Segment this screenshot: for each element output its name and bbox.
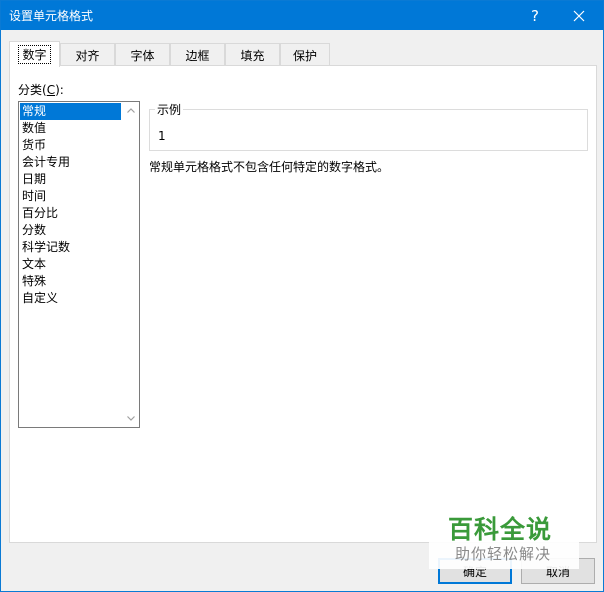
- category-item-fraction[interactable]: 分数: [20, 222, 121, 239]
- category-label-accesskey: C: [46, 83, 56, 97]
- category-scrollbar[interactable]: [122, 102, 139, 427]
- close-button[interactable]: [557, 1, 601, 30]
- number-tab-panel: 分类(C): 常规 数值 货币 会计专用 日期 时间 百分比 分数 科学记数 文…: [9, 65, 597, 543]
- dialog-title: 设置单元格格式: [9, 9, 94, 23]
- watermark-logo: 百科全说 助你轻松解决: [429, 507, 579, 569]
- tab-label: 字体: [130, 48, 155, 63]
- tab-fill[interactable]: 填充: [225, 43, 280, 66]
- category-item-time[interactable]: 时间: [20, 188, 121, 205]
- format-description: 常规单元格格式不包含任何特定的数字格式。: [149, 160, 390, 174]
- tab-label: 对齐: [75, 48, 100, 63]
- tab-label: 保护: [292, 48, 317, 63]
- category-item-number[interactable]: 数值: [20, 120, 121, 137]
- category-item-date[interactable]: 日期: [20, 171, 121, 188]
- category-item-scientific[interactable]: 科学记数: [20, 239, 121, 256]
- format-cells-dialog: 设置单元格格式 ? 数字 对齐 字体 边框 填充 保护 分类(C): 常规 数值…: [0, 0, 604, 592]
- chevron-down-icon: [126, 416, 135, 421]
- tab-label: 填充: [240, 48, 265, 63]
- help-icon: ?: [531, 6, 539, 25]
- close-icon: [573, 10, 585, 21]
- category-list: 常规 数值 货币 会计专用 日期 时间 百分比 分数 科学记数 文本 特殊 自定…: [20, 103, 121, 307]
- category-item-custom[interactable]: 自定义: [20, 290, 121, 307]
- tab-border[interactable]: 边框: [170, 43, 225, 66]
- sample-value: 1: [158, 129, 166, 143]
- category-item-general[interactable]: 常规: [20, 103, 121, 120]
- category-label-prefix: 分类(: [18, 83, 47, 97]
- tab-font[interactable]: 字体: [115, 43, 170, 66]
- scroll-up-button[interactable]: [122, 102, 139, 119]
- tab-label: 边框: [185, 48, 210, 63]
- title-bar[interactable]: 设置单元格格式 ?: [1, 1, 603, 30]
- category-item-text[interactable]: 文本: [20, 256, 121, 273]
- tab-alignment[interactable]: 对齐: [60, 43, 115, 66]
- help-button[interactable]: ?: [513, 1, 557, 30]
- scroll-down-button[interactable]: [122, 410, 139, 427]
- tab-protection[interactable]: 保护: [280, 43, 330, 66]
- tab-label: 数字: [18, 45, 51, 64]
- category-item-percentage[interactable]: 百分比: [20, 205, 121, 222]
- watermark-sub-text: 助你轻松解决: [455, 545, 552, 563]
- category-item-accounting[interactable]: 会计专用: [20, 154, 121, 171]
- chevron-up-icon: [126, 108, 135, 113]
- watermark-main-text: 百科全说: [448, 515, 553, 544]
- category-label: 分类(C):: [18, 81, 64, 98]
- category-label-suffix: ):: [55, 83, 64, 97]
- category-item-special[interactable]: 特殊: [20, 273, 121, 290]
- tab-number[interactable]: 数字: [9, 41, 60, 67]
- category-item-currency[interactable]: 货币: [20, 137, 121, 154]
- sample-legend: 示例: [155, 101, 184, 118]
- category-listbox[interactable]: 常规 数值 货币 会计专用 日期 时间 百分比 分数 科学记数 文本 特殊 自定…: [18, 101, 140, 428]
- sample-group: 示例 1: [149, 101, 588, 151]
